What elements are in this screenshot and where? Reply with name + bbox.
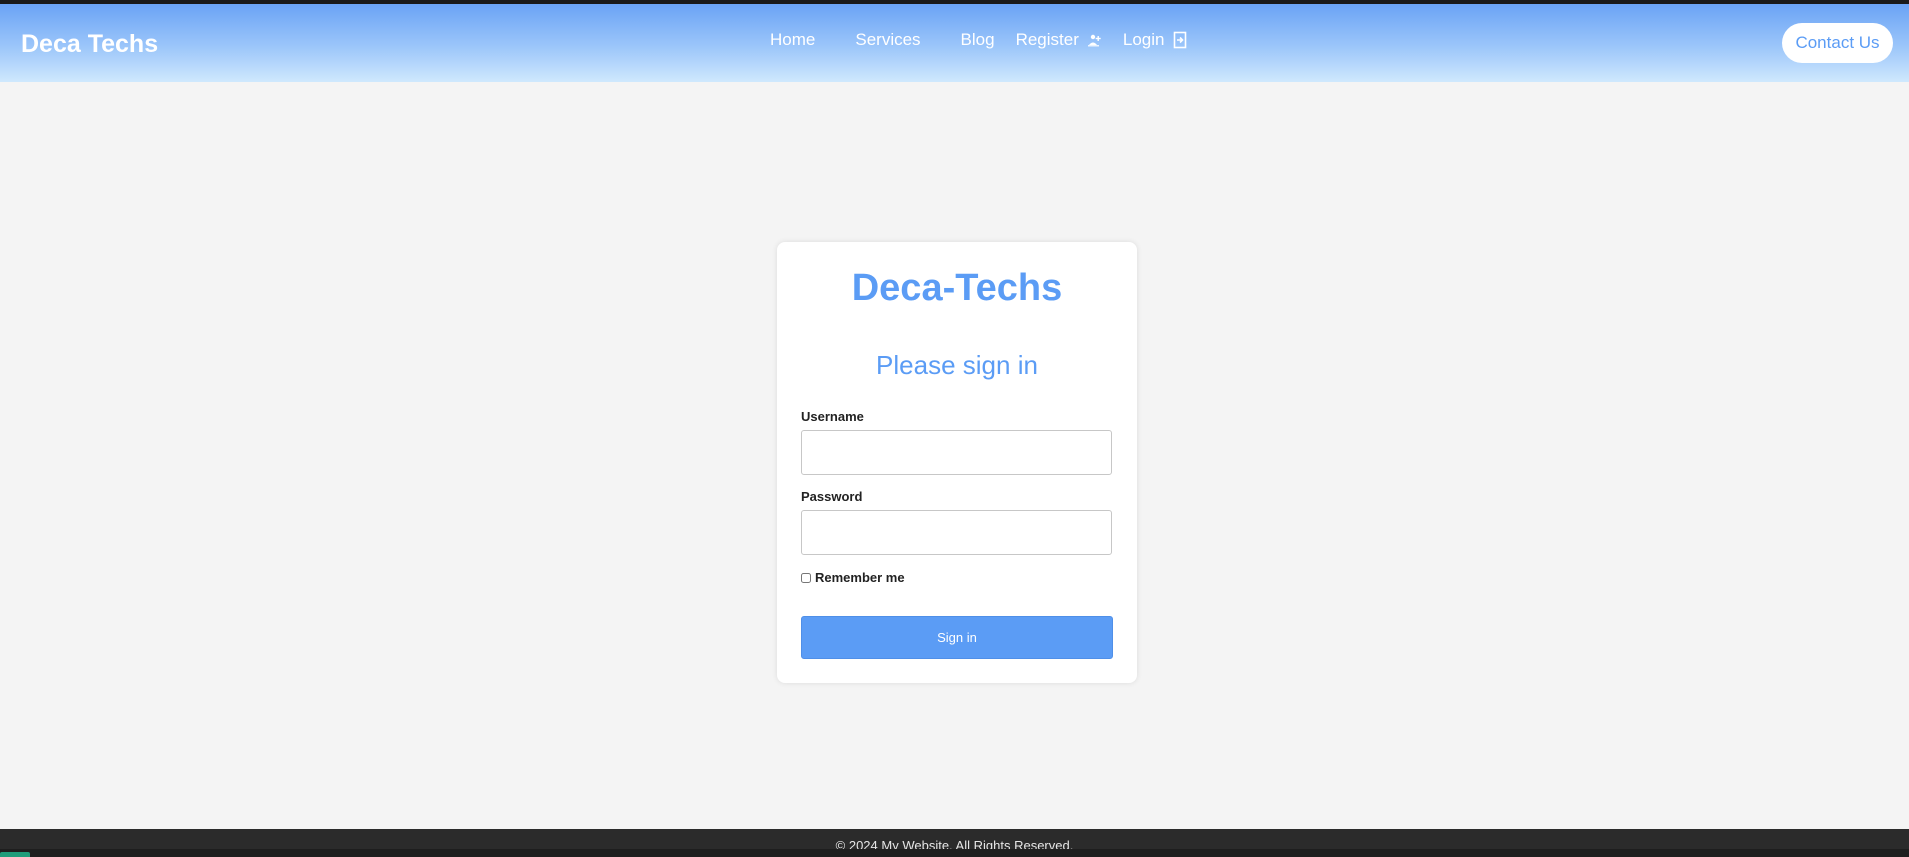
nav-link-services[interactable]: Services	[855, 30, 920, 50]
nav-link-home[interactable]: Home	[770, 30, 815, 50]
nav-link-login[interactable]: Login	[1123, 30, 1188, 50]
sign-in-button[interactable]: Sign in	[801, 616, 1113, 659]
nav-link-login-label: Login	[1122, 30, 1165, 49]
nav-link-blog[interactable]: Blog	[961, 30, 995, 50]
brand-logo-text[interactable]: Deca Techs	[21, 30, 158, 59]
login-card-title: Deca-Techs	[851, 267, 1063, 309]
remember-me-checkbox[interactable]	[801, 572, 811, 583]
remember-me-row: Remember me	[801, 570, 905, 585]
username-label: Username	[801, 409, 864, 424]
os-taskbar	[0, 849, 1909, 857]
password-label: Password	[801, 489, 863, 504]
contact-us-button[interactable]: Contact Us	[1782, 23, 1893, 63]
password-input[interactable]	[801, 510, 1112, 555]
user-plus-icon	[1086, 32, 1102, 48]
remember-me-label[interactable]: Remember me	[815, 570, 905, 585]
username-input[interactable]	[801, 430, 1112, 475]
login-door-icon	[1172, 31, 1188, 49]
nav-links: Home Services Blog Register Login	[770, 30, 1188, 50]
taskbar-app-icon[interactable]	[0, 852, 30, 857]
login-card-subtitle: Please sign in	[876, 350, 1038, 380]
nav-link-register[interactable]: Register	[1016, 30, 1102, 50]
nav-link-register-label: Register	[1015, 30, 1079, 49]
login-card: Deca-Techs Please sign in Username Passw…	[777, 242, 1137, 683]
navbar: Deca Techs Home Services Blog Register L…	[0, 4, 1909, 82]
